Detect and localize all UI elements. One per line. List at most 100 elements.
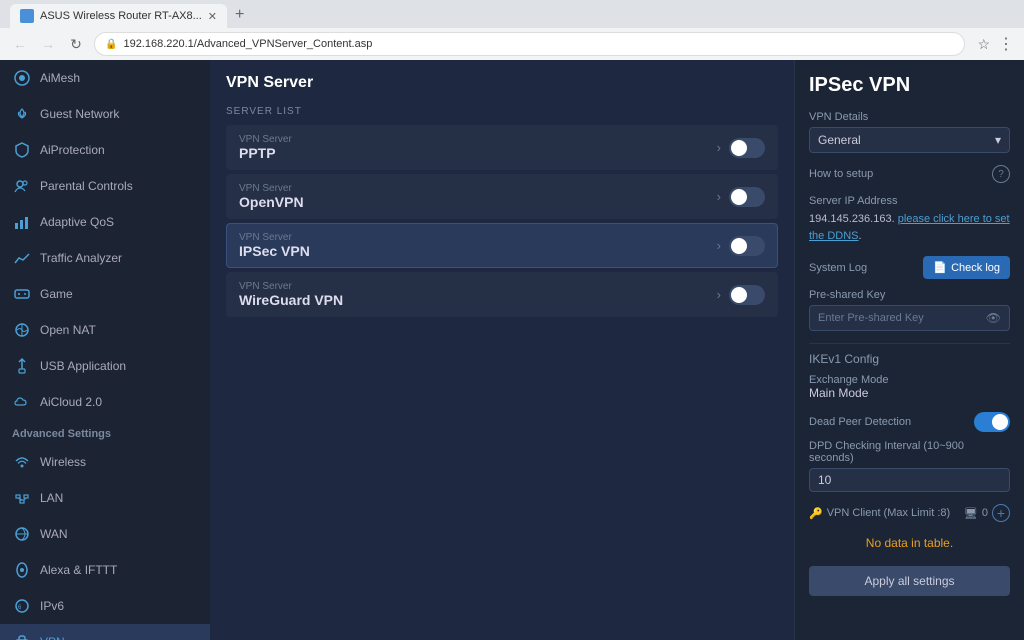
lock-icon: 🔒 [105,39,117,50]
vpn-icon [12,632,32,640]
sidebar-item-aicloud[interactable]: AiCloud 2.0 [0,384,210,420]
sidebar-label-alexa: Alexa & IFTTT [40,563,117,577]
aiprotection-icon [12,140,32,160]
sidebar-item-ipv6[interactable]: 6 IPv6 [0,588,210,624]
vpn-server-openvpn[interactable]: VPN Server OpenVPN › [226,174,778,219]
vpn-details-group: VPN Details General ▾ [809,111,1010,153]
exchange-mode-value: Main Mode [809,386,1010,400]
traffic-analyzer-icon [12,248,32,268]
sidebar-item-open-nat[interactable]: Open NAT [0,312,210,348]
sidebar-item-adaptive-qos[interactable]: Adaptive QoS [0,204,210,240]
vpn-client-count: 0 [982,507,988,519]
sidebar-item-wireless[interactable]: Wireless [0,444,210,480]
sidebar-label-aimesh: AiMesh [40,71,80,85]
sidebar-label-open-nat: Open NAT [40,323,96,337]
tab-close-button[interactable]: ✕ [208,10,217,23]
sidebar-item-wan[interactable]: WAN [0,516,210,552]
sidebar-item-guest-network[interactable]: Guest Network [0,96,210,132]
address-bar[interactable]: 🔒 192.168.220.1/Advanced_VPNServer_Conte… [94,32,965,56]
vpn-openvpn-label: VPN Server [239,183,709,194]
vpn-openvpn-toggle[interactable] [729,187,765,207]
vpn-ipsec-toggle[interactable] [729,236,765,256]
sidebar-label-traffic-analyzer: Traffic Analyzer [40,251,122,265]
vpn-openvpn-name: OpenVPN [239,194,709,210]
check-log-button[interactable]: 📄 Check log [923,256,1010,279]
key-icon: 🔑 [809,507,823,520]
add-vpn-client-button[interactable]: + [992,504,1010,522]
vpn-pptp-toggle[interactable] [729,138,765,158]
wan-icon [12,524,32,544]
profile-select-value: General [818,133,861,147]
browser-chrome: ASUS Wireless Router RT-AX8... ✕ + ← → ↻… [0,0,1024,60]
vpn-wireguard-name: WireGuard VPN [239,292,709,308]
sidebar-label-aicloud: AiCloud 2.0 [40,395,102,409]
browser-tabs: ASUS Wireless Router RT-AX8... ✕ + [0,0,1024,28]
sidebar-item-game[interactable]: Game [0,276,210,312]
adaptive-qos-icon [12,212,32,232]
browser-tab[interactable]: ASUS Wireless Router RT-AX8... ✕ [10,4,227,28]
sidebar-item-alexa[interactable]: Alexa & IFTTT [0,552,210,588]
game-icon [12,284,32,304]
menu-icon[interactable]: ⋮ [998,34,1014,54]
vpn-client-label: VPN Client (Max Limit :8) [827,507,950,519]
sidebar-label-lan: LAN [40,491,63,505]
sidebar: AiMesh Guest Network AiProtection Parent… [0,60,210,640]
vpn-wireguard-toggle[interactable] [729,285,765,305]
vpn-wireguard-info: VPN Server WireGuard VPN [239,281,709,308]
vpn-client-group: 🔑 VPN Client (Max Limit :8) 🖥 0 + [809,504,1010,522]
vpn-ipsec-arrow: › [717,238,721,253]
apply-all-settings-button[interactable]: Apply all settings [809,566,1010,596]
sidebar-item-usb-application[interactable]: USB Application [0,348,210,384]
sidebar-item-traffic-analyzer[interactable]: Traffic Analyzer [0,240,210,276]
vpn-pptp-label: VPN Server [239,134,709,145]
sidebar-label-wireless: Wireless [40,455,86,469]
sidebar-label-game: Game [40,287,73,301]
pre-shared-key-group: Pre-shared Key Enter Pre-shared Key 👁 [809,289,1010,331]
vpn-server-wireguard[interactable]: VPN Server WireGuard VPN › [226,272,778,317]
reload-button[interactable]: ↻ [66,34,86,54]
exchange-mode-group: Exchange Mode Main Mode [809,374,1010,400]
sidebar-item-aiprotection[interactable]: AiProtection [0,132,210,168]
ipv6-icon: 6 [12,596,32,616]
sidebar-label-vpn: VPN [40,635,65,640]
vpn-pptp-name: PPTP [239,145,709,161]
right-panel: IPSec VPN VPN Details General ▾ How to s… [794,60,1024,640]
sidebar-label-aiprotection: AiProtection [40,143,105,157]
server-list-label: SERVER LIST [226,106,778,117]
sidebar-item-vpn[interactable]: VPN [0,624,210,640]
url-text: 192.168.220.1/Advanced_VPNServer_Content… [123,38,372,50]
vpn-server-pptp[interactable]: VPN Server PPTP › [226,125,778,170]
main-container: AiMesh Guest Network AiProtection Parent… [0,60,1024,640]
sidebar-item-lan[interactable]: LAN [0,480,210,516]
parental-controls-icon [12,176,32,196]
lan-icon [12,488,32,508]
content-area: VPN Server SERVER LIST VPN Server PPTP ›… [210,60,794,640]
advanced-settings-header: Advanced Settings [0,420,210,444]
vpn-details-label: VPN Details [809,111,1010,123]
how-to-setup-label: How to setup [809,168,873,180]
tab-favicon [20,9,34,23]
aimesh-icon [12,68,32,88]
profile-select[interactable]: General ▾ [809,127,1010,153]
vpn-server-ipsec[interactable]: VPN Server IPSec VPN › [226,223,778,268]
sidebar-label-wan: WAN [40,527,68,541]
back-button[interactable]: ← [10,34,30,54]
help-icon[interactable]: ? [992,165,1010,183]
pre-shared-key-input[interactable]: Enter Pre-shared Key 👁 [809,305,1010,331]
eye-icon[interactable]: 👁 [986,311,1001,325]
sidebar-label-ipv6: IPv6 [40,599,64,613]
ikev1-config-title: IKEv1 Config [809,343,1010,366]
guest-network-icon [12,104,32,124]
sidebar-item-aimesh[interactable]: AiMesh [0,60,210,96]
open-nat-icon [12,320,32,340]
dpd-interval-input[interactable] [809,468,1010,492]
sidebar-item-parental-controls[interactable]: Parental Controls [0,168,210,204]
sidebar-label-usb-application: USB Application [40,359,126,373]
forward-button[interactable]: → [38,34,58,54]
dead-peer-toggle[interactable] [974,412,1010,432]
tab-title: ASUS Wireless Router RT-AX8... [40,10,202,22]
alexa-icon [12,560,32,580]
new-tab-button[interactable]: + [227,2,252,28]
aicloud-icon [12,392,32,412]
bookmark-icon[interactable]: ☆ [977,36,990,53]
